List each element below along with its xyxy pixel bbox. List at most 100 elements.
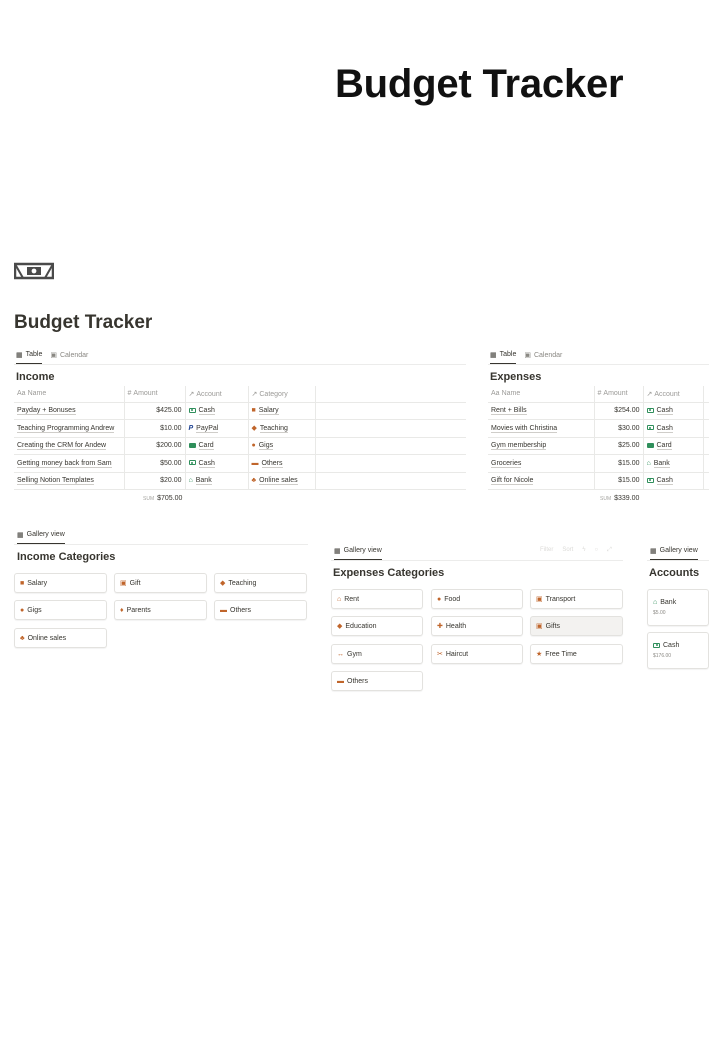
- gallery-card-others[interactable]: ▬ Others: [214, 600, 307, 620]
- text-icon: Aa: [491, 390, 500, 398]
- tab-gallery-view[interactable]: ▦ Gallery view: [650, 546, 698, 560]
- tab-divider: [488, 364, 709, 365]
- column-header-account[interactable]: ↗ Account: [185, 386, 249, 403]
- dumbbell-icon: ↔: [337, 650, 344, 658]
- tab-gallery-view[interactable]: ▦ Gallery view: [17, 530, 65, 544]
- column-header-account[interactable]: ↗ Account: [643, 386, 704, 403]
- column-header-name[interactable]: Aa Name: [14, 386, 125, 403]
- gallery-toolbar: Filter Sort ϟ ○ ⤢: [540, 547, 612, 554]
- expenses-categories-view-tabs: ▦ Gallery view: [334, 546, 382, 560]
- gallery-card-haircut[interactable]: ✂ Haircut: [431, 644, 523, 664]
- table-row[interactable]: Movies with Christina $30.00 Cash: [488, 419, 709, 438]
- gallery-card-online-sales[interactable]: ♣ Online sales: [14, 628, 107, 648]
- expand-icon[interactable]: ⤢: [607, 547, 612, 554]
- graduation-cap-icon: ◆: [251, 425, 257, 433]
- cash-icon: [188, 460, 196, 466]
- bank-icon: ⌂: [188, 477, 193, 485]
- income-title: Income: [16, 371, 55, 383]
- medkit-icon: ✚: [437, 623, 443, 630]
- income-view-tabs: ▦ Table ▣ Calendar: [16, 350, 88, 364]
- briefcase-icon: ■: [251, 407, 256, 415]
- hero-title: Budget Tracker: [335, 62, 624, 106]
- gallery-card-teaching[interactable]: ◆ Teaching: [214, 573, 307, 593]
- income-sum: SUM $705.00: [143, 495, 183, 502]
- expenses-table: Aa Name # Amount ↗ Account Rent + Bills $25…: [488, 386, 709, 490]
- gig-icon: ●: [20, 606, 25, 614]
- bank-icon: ⌂: [653, 599, 658, 606]
- calendar-icon: ▣: [50, 352, 57, 359]
- bus-icon: ▣: [536, 596, 543, 603]
- gallery-card-others[interactable]: ▬ Others: [331, 671, 423, 691]
- search-icon[interactable]: ○: [595, 547, 599, 554]
- table-row[interactable]: Selling Notion Templates $20.00 ⌂ Bank ♣ O…: [14, 472, 466, 490]
- parents-icon: ♦: [120, 606, 124, 614]
- gallery-card-gift[interactable]: ▣ Gift: [114, 573, 207, 593]
- tab-table[interactable]: ▦ Table: [16, 350, 43, 364]
- tab-calendar[interactable]: ▣ Calendar: [50, 350, 88, 364]
- home-icon: ⌂: [337, 595, 342, 603]
- graduation-cap-icon: ◆: [220, 580, 226, 587]
- gallery-card-gifts[interactable]: ▣ Gifts: [530, 616, 623, 636]
- tab-divider: [14, 544, 308, 545]
- gallery-card-cash[interactable]: Cash $176.00: [647, 632, 709, 669]
- cash-icon: [188, 407, 196, 413]
- gallery-card-education[interactable]: ◆ Education: [331, 616, 423, 636]
- relation-arrow-icon: ↗: [646, 390, 653, 398]
- income-table: Aa Name # Amount ↗ Account ↗ Category Payday…: [14, 386, 466, 490]
- haircut-icon: ✂: [437, 651, 443, 658]
- income-categories-view-tabs: ▦ Gallery view: [17, 530, 65, 544]
- cash-icon: [653, 642, 660, 648]
- hash-icon: #: [127, 390, 132, 398]
- money-bill-icon: [14, 262, 54, 280]
- relation-arrow-icon: ↗: [251, 390, 258, 398]
- gallery-card-free-time[interactable]: ★ Free Time: [530, 644, 623, 664]
- gallery-card-gym[interactable]: ↔ Gym: [331, 644, 423, 664]
- column-header-name[interactable]: Aa Name: [488, 386, 595, 403]
- gallery-card-transport[interactable]: ▣ Transport: [530, 589, 623, 609]
- column-header-amount[interactable]: # Amount: [124, 386, 186, 403]
- sitemap-icon: ♣: [20, 634, 25, 642]
- cash-icon: [646, 425, 654, 431]
- tab-calendar[interactable]: ▣ Calendar: [524, 350, 562, 364]
- tab-table[interactable]: ▦ Table: [490, 350, 517, 364]
- accounts-view-tabs: ▦ Gallery view: [650, 546, 698, 560]
- table-row[interactable]: Rent + Bills $254.00 Cash: [488, 402, 709, 420]
- relation-arrow-icon: ↗: [188, 390, 195, 398]
- gallery-card-salary[interactable]: ■ Salary: [14, 573, 107, 593]
- table-row[interactable]: Gift for Nicole $15.00 Cash: [488, 472, 709, 490]
- filter-button[interactable]: Filter: [540, 547, 553, 554]
- gallery-card-rent[interactable]: ⌂ Rent: [331, 589, 423, 609]
- party-icon: ★: [536, 651, 543, 658]
- tab-divider: [647, 560, 709, 561]
- column-header-category[interactable]: ↗ Category: [248, 386, 316, 403]
- table-icon: ▦: [490, 351, 497, 359]
- expenses-title: Expenses: [490, 371, 542, 383]
- gallery-card-health[interactable]: ✚ Health: [431, 616, 523, 636]
- table-row[interactable]: Creating the CRM for Andew $200.00 Card …: [14, 437, 466, 455]
- sort-button[interactable]: Sort: [562, 547, 573, 554]
- gallery-card-bank[interactable]: ⌂ Bank $5.00: [647, 589, 709, 626]
- gallery-icon: ▦: [650, 547, 657, 555]
- table-row[interactable]: Gym membership $25.00 Card: [488, 437, 709, 455]
- gig-icon: ●: [251, 442, 256, 450]
- gallery-card-food[interactable]: ● Food: [431, 589, 523, 609]
- accounts-title: Accounts: [649, 567, 700, 579]
- column-header-amount[interactable]: # Amount: [594, 386, 644, 403]
- gallery-card-parents[interactable]: ♦ Parents: [114, 600, 207, 620]
- table-row[interactable]: Teaching Programming Andrew $10.00 P PayP…: [14, 419, 466, 438]
- tab-divider: [14, 364, 466, 365]
- page-title: Budget Tracker: [14, 312, 153, 333]
- table-row[interactable]: Getting money back from Sam $50.00 Cash …: [14, 454, 466, 473]
- box-icon: ▬: [220, 606, 227, 614]
- text-icon: Aa: [17, 390, 26, 398]
- gallery-card-gigs[interactable]: ● Gigs: [14, 600, 107, 620]
- table-row[interactable]: Groceries $15.00 ⌂ Bank: [488, 454, 709, 473]
- gallery-icon: ▦: [334, 547, 341, 555]
- food-icon: ●: [437, 595, 442, 603]
- table-row[interactable]: Payday + Bonuses $425.00 Cash ■ Salary: [14, 402, 466, 420]
- tab-gallery-view[interactable]: ▦ Gallery view: [334, 546, 382, 560]
- lightning-icon[interactable]: ϟ: [582, 547, 585, 554]
- graduation-cap-icon: ◆: [337, 623, 343, 630]
- calendar-icon: ▣: [524, 352, 531, 359]
- gift-icon: ▣: [120, 580, 127, 587]
